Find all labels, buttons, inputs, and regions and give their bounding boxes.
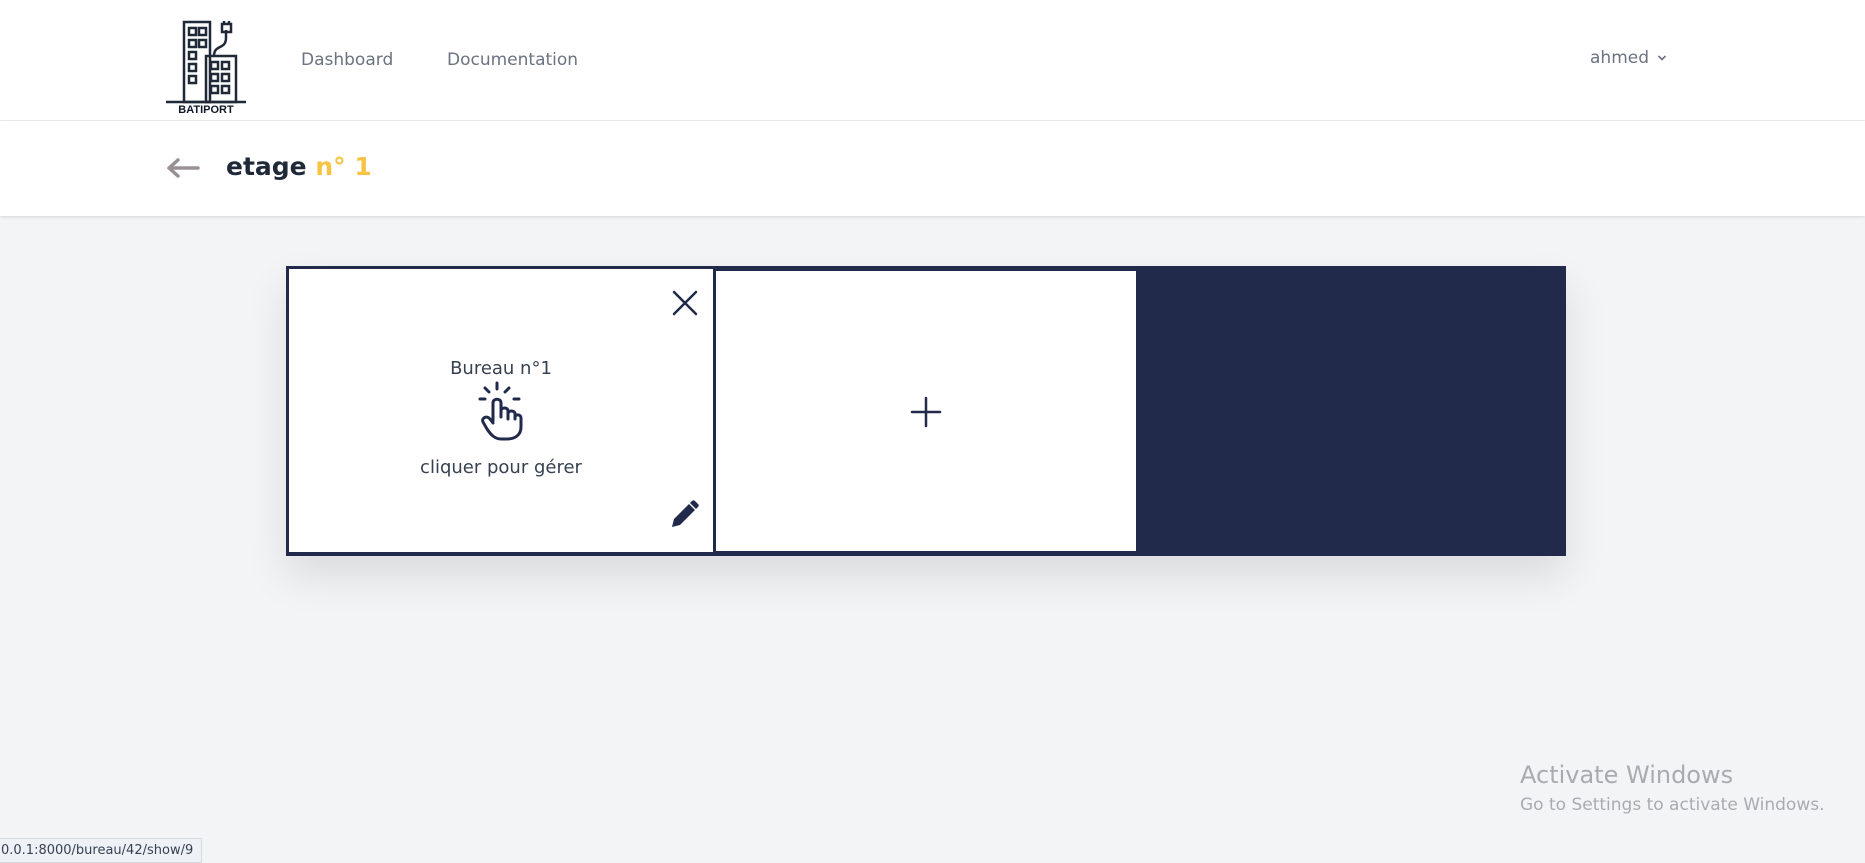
floor-plan: Bureau n°1 cliquer pour gérer (286, 266, 1566, 556)
building-logo-icon (166, 20, 246, 104)
plus-icon (910, 396, 942, 428)
office-hint: cliquer pour gérer (420, 457, 582, 478)
top-navbar: BATIPORT Dashboard Documentation ahmed (0, 0, 1865, 121)
page-title-main: etage (226, 152, 307, 181)
page-header: etage n° 1 (0, 121, 1865, 216)
tap-hand-icon (478, 381, 523, 441)
page-title-accent: n° 1 (315, 152, 372, 181)
logo-text: BATIPORT (178, 104, 234, 116)
windows-watermark-title: Activate Windows (1520, 761, 1734, 789)
close-icon[interactable] (671, 289, 699, 317)
page-title: etage n° 1 (226, 152, 372, 181)
arrow-left-icon[interactable] (166, 156, 200, 180)
windows-watermark-subtitle: Go to Settings to activate Windows. (1520, 795, 1825, 815)
pencil-icon[interactable] (668, 499, 700, 531)
batiport-logo[interactable]: BATIPORT (166, 20, 246, 118)
user-menu[interactable]: ahmed (1590, 48, 1667, 68)
user-name: ahmed (1590, 48, 1650, 68)
status-bar-url: 0.0.1:8000/bureau/42/show/9 (0, 838, 203, 863)
nav-link-documentation[interactable]: Documentation (447, 50, 578, 70)
office-title: Bureau n°1 (450, 358, 552, 379)
nav-link-dashboard[interactable]: Dashboard (301, 50, 393, 70)
office-card[interactable]: Bureau n°1 cliquer pour gérer (289, 269, 716, 552)
chevron-down-icon (1657, 55, 1667, 61)
add-office-button[interactable] (716, 271, 1136, 551)
